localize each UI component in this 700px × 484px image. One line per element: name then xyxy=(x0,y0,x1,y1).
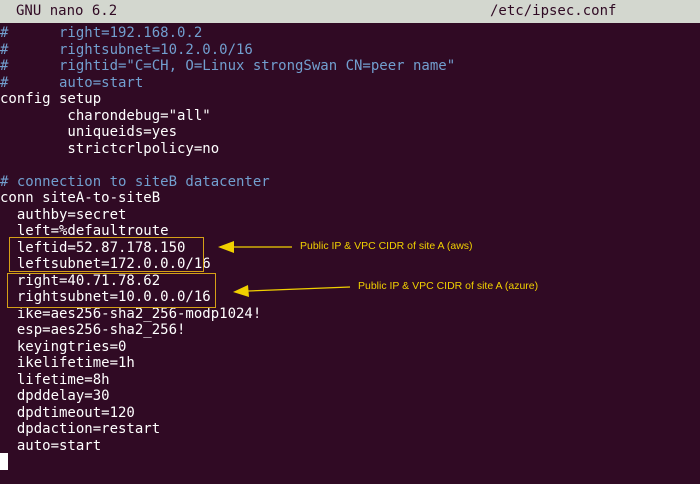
config-line: strictcrlpolicy=no xyxy=(0,140,220,157)
azure-annotation: Public IP & VPC CIDR of site A (azure) xyxy=(358,280,539,292)
config-line: auto=start xyxy=(0,437,102,454)
config-line: dpddelay=30 xyxy=(0,388,110,404)
config-line: lifetime=8h xyxy=(0,371,110,388)
config-line xyxy=(0,157,700,174)
config-line: conn siteA-to-siteB xyxy=(0,190,161,206)
config-line: uniqueids=yes xyxy=(0,124,178,140)
config-line: charondebug="all" xyxy=(0,107,211,124)
comment-line: # auto=start xyxy=(0,74,144,91)
config-line: dpdaction=restart xyxy=(0,421,161,437)
text-cursor xyxy=(0,453,8,470)
comment-line: # connection to siteB datacenter xyxy=(0,173,270,190)
comment-line: # rightid="C=CH, O=Linux strongSwan CN=p… xyxy=(0,58,456,74)
config-line: config setup xyxy=(0,91,102,107)
azure-highlight-box xyxy=(7,273,216,308)
file-name: /etc/ipsec.conf xyxy=(490,3,617,19)
config-line: keyingtries=0 xyxy=(0,338,127,355)
aws-highlight-box xyxy=(9,237,204,272)
title-bar: GNU nano 6.2 /etc/ipsec.conf xyxy=(0,0,700,23)
config-line: ikelifetime=1h xyxy=(0,355,135,371)
comment-line: # rightsubnet=10.2.0.0/16 xyxy=(0,41,253,58)
config-line: dpdtimeout=120 xyxy=(0,404,135,421)
config-line: esp=aes256-sha2_256! xyxy=(0,322,186,338)
config-line: authby=secret xyxy=(0,206,127,223)
program-name: GNU nano 6.2 xyxy=(16,3,118,19)
comment-line: # right=192.168.0.2 xyxy=(0,25,203,41)
aws-annotation: Public IP & VPC CIDR of site A (aws) xyxy=(300,240,473,252)
